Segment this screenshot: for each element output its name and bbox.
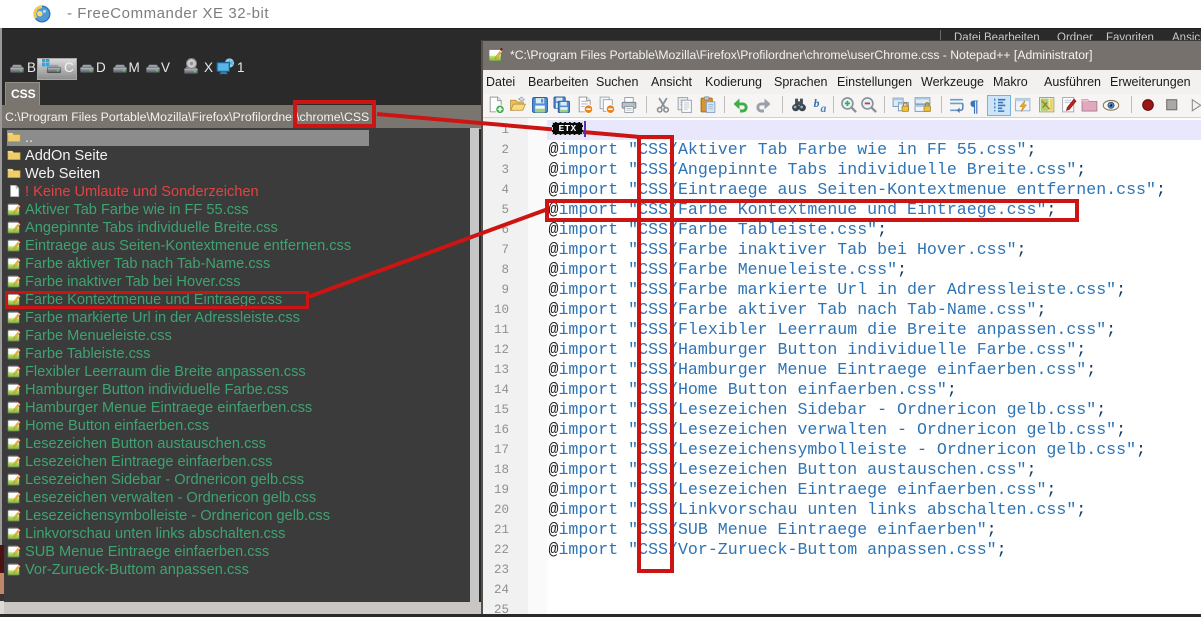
svg-text:¶: ¶ — [970, 96, 979, 114]
svg-text:b: b — [814, 97, 820, 110]
svg-text:a: a — [820, 101, 826, 113]
